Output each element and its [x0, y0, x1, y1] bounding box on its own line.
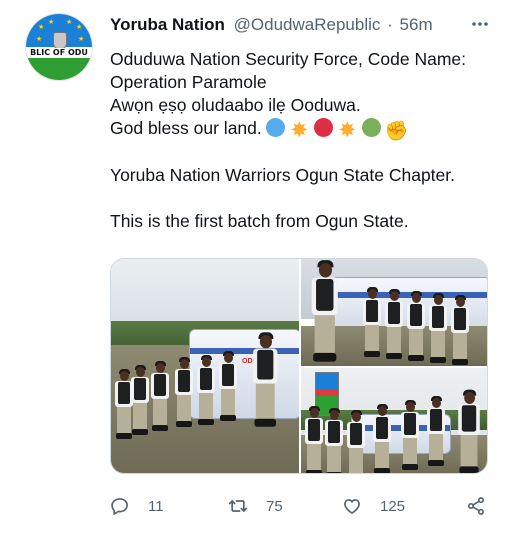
- tweet-actions: 11 75 125: [110, 493, 490, 519]
- green-circle-icon: [361, 118, 381, 137]
- sun-icon: ✸: [290, 119, 309, 142]
- photo-flag-guards[interactable]: [301, 368, 487, 473]
- retweet-icon: [228, 496, 248, 516]
- tweet-timestamp[interactable]: 56m: [400, 15, 433, 34]
- guard-figure: [361, 287, 383, 359]
- guard-figure: [245, 332, 286, 470]
- raised-fist-icon: ✊: [384, 121, 409, 142]
- star-icon: ★: [78, 36, 85, 43]
- guard-figure: [173, 357, 195, 429]
- separator-dot: ·: [387, 15, 393, 34]
- avatar-flag-green: [26, 54, 92, 80]
- avatar[interactable]: ★ ★ ★ ★ ★ ★ BLIC OF ODU: [25, 13, 93, 81]
- star-icon: ★: [76, 24, 83, 31]
- photo-guards-line[interactable]: [301, 259, 487, 366]
- author-handle[interactable]: @OdudwaRepublic: [234, 15, 381, 34]
- guard-figure: [217, 351, 239, 423]
- guard-figure: [405, 291, 427, 363]
- guard-figure: [345, 410, 367, 473]
- blue-circle-icon: [265, 118, 285, 137]
- guard-figure: [323, 408, 345, 473]
- tweet-text: Oduduwa Nation Security Force, Code Name…: [110, 48, 500, 233]
- tweet-text-line: Operation Paramole: [110, 72, 267, 92]
- tweet-header: Yoruba Nation @OdudwaRepublic · 56m: [110, 15, 492, 37]
- tweet[interactable]: ★ ★ ★ ★ ★ ★ BLIC OF ODU Yoruba Nation @O…: [0, 0, 512, 533]
- guard-figure: [129, 365, 151, 437]
- tweet-text-line: Oduduwa Nation Security Force, Code Name…: [110, 49, 466, 69]
- reply-count: 11: [148, 497, 164, 515]
- heart-icon: [342, 496, 362, 516]
- guard-figure: [451, 389, 487, 473]
- tweet-text-line: Awọn ẹṣọ oludaabo ilẹ Ooduwa.: [110, 95, 361, 115]
- crest-icon: [53, 32, 67, 50]
- media-grid: ODEDE: [110, 258, 488, 474]
- retweet-count: 75: [266, 497, 283, 515]
- tweet-paragraph: Yoruba Nation Warriors Ogun State Chapte…: [110, 165, 456, 185]
- star-icon: ★: [36, 36, 43, 43]
- tweet-text-line-with-emoji: God bless our land. ✸ ✸ ✊: [110, 117, 500, 141]
- reply-button[interactable]: 11: [110, 493, 164, 519]
- retweet-button[interactable]: 75: [228, 493, 283, 519]
- red-circle-icon: [313, 118, 333, 137]
- guard-figure: [399, 400, 421, 472]
- share-button[interactable]: [466, 493, 486, 519]
- star-icon: ★: [48, 19, 55, 26]
- avatar-band-text: BLIC OF ODU: [26, 48, 92, 58]
- tweet-paragraph: This is the first batch from Ogun State.: [110, 211, 409, 231]
- sun-icon: ✸: [338, 119, 357, 142]
- guard-figure: [371, 404, 393, 473]
- star-icon: ★: [66, 19, 73, 26]
- share-icon: [466, 496, 486, 516]
- guard-figure: [427, 293, 449, 365]
- like-button[interactable]: 125: [342, 493, 405, 519]
- star-icon: ★: [38, 24, 45, 31]
- photo-group-bus[interactable]: ODEDE: [111, 259, 299, 473]
- guard-figure: [195, 355, 217, 427]
- guard-figure: [425, 396, 447, 468]
- guard-figure: [303, 260, 347, 366]
- like-count: 125: [380, 497, 406, 515]
- author-name[interactable]: Yoruba Nation: [110, 15, 225, 34]
- guard-figure: [449, 295, 471, 366]
- guard-figure: [383, 289, 405, 361]
- more-options-icon[interactable]: [468, 14, 492, 36]
- guard-figure: [149, 361, 171, 433]
- guard-figure: [303, 406, 325, 473]
- tweet-text-line: God bless our land.: [110, 118, 262, 138]
- reply-icon: [110, 496, 130, 516]
